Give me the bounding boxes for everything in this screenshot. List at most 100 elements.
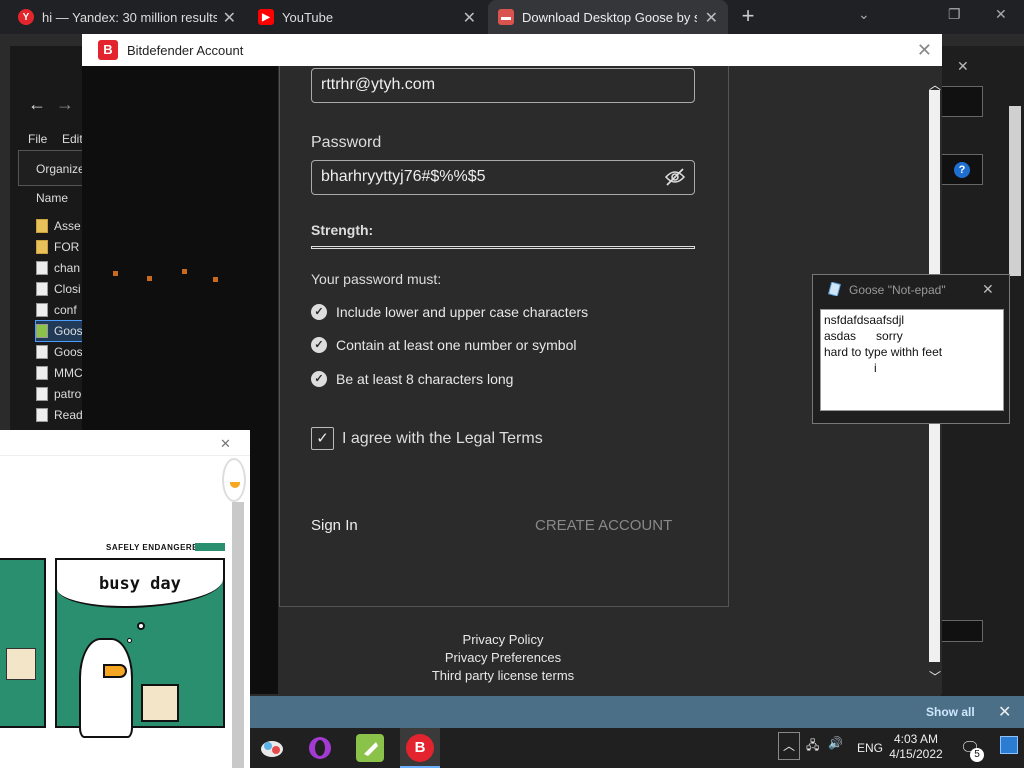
- browser-tab-bar: Y hi — Yandex: 30 million results fo ✕ ▶…: [0, 0, 1024, 34]
- download-bar: Show all ✕: [250, 696, 1024, 728]
- requirements-title: Your password must:: [311, 271, 442, 287]
- scrollbar-thumb[interactable]: [1009, 106, 1021, 276]
- strength-meter: [311, 246, 695, 249]
- clock[interactable]: 4:03 AM 4/15/2022: [888, 732, 944, 762]
- list-item[interactable]: Asse: [36, 216, 81, 236]
- list-item[interactable]: Goos: [35, 320, 84, 342]
- brand-tag: [195, 543, 225, 551]
- close-icon[interactable]: ✕: [957, 58, 969, 75]
- chevron-up-icon[interactable]: ︿: [783, 737, 795, 754]
- file-name: Goos: [54, 324, 83, 338]
- goose-app-icon: [36, 324, 48, 338]
- goose-beak-icon: [230, 482, 240, 488]
- close-icon[interactable]: ✕: [705, 8, 718, 28]
- requirement-text: Include lower and upper case characters: [336, 304, 589, 320]
- list-item[interactable]: chan: [36, 258, 80, 278]
- password-field[interactable]: bharhryyttyj76#$%%$5: [311, 160, 695, 195]
- goose-sprite[interactable]: [222, 458, 246, 502]
- back-arrow-icon[interactable]: ←: [28, 94, 46, 115]
- list-item[interactable]: FOR: [36, 237, 79, 257]
- list-item[interactable]: Closi: [36, 279, 81, 299]
- comic-title-bar: [0, 430, 250, 456]
- organize-button[interactable]: Organize: [18, 150, 90, 186]
- file-icon: [36, 303, 48, 317]
- agree-label[interactable]: I agree with the Legal Terms: [342, 430, 543, 448]
- eye-slash-icon[interactable]: [664, 167, 686, 192]
- goose-app-icon[interactable]: [258, 734, 286, 762]
- show-desktop-icon[interactable]: [1000, 736, 1018, 754]
- close-icon[interactable]: ✕: [982, 281, 994, 298]
- footer-links: Privacy Policy Privacy Preferences Third…: [278, 632, 728, 686]
- file-name: Read: [54, 408, 83, 422]
- agree-checkbox[interactable]: ✓: [311, 427, 334, 450]
- forward-arrow-icon[interactable]: →: [56, 94, 74, 115]
- opera-icon[interactable]: [306, 734, 334, 762]
- list-item[interactable]: Read: [36, 405, 83, 425]
- close-icon[interactable]: ✕: [223, 8, 236, 28]
- scroll-down-icon[interactable]: ﹀: [929, 668, 941, 685]
- goose-beak-icon: [103, 664, 127, 678]
- help-icon[interactable]: ?: [954, 162, 970, 178]
- scroll-paper-icon: [141, 684, 179, 722]
- scrollbar[interactable]: [232, 502, 244, 768]
- sign-in-link[interactable]: Sign In: [311, 517, 358, 534]
- goose-footprint: [182, 269, 187, 274]
- close-icon[interactable]: ✕: [917, 40, 932, 61]
- window-close-icon[interactable]: ✕: [995, 6, 1007, 23]
- privacy-policy-link[interactable]: Privacy Policy: [278, 632, 728, 650]
- close-icon[interactable]: ✕: [463, 8, 476, 28]
- volume-icon[interactable]: 🔊: [828, 736, 843, 750]
- chevron-down-icon[interactable]: ⌄: [858, 6, 870, 23]
- tab-yandex[interactable]: Y hi — Yandex: 30 million results fo ✕: [8, 0, 246, 34]
- check-circle-icon: ✓: [311, 337, 327, 353]
- address-field[interactable]: [941, 86, 983, 117]
- yandex-icon: Y: [18, 9, 34, 25]
- notepad-textarea[interactable]: nsfdafdsaafsdjl asdas sorry hard to type…: [820, 309, 1004, 411]
- close-icon[interactable]: ✕: [220, 436, 231, 452]
- language-indicator[interactable]: ENG: [857, 741, 883, 755]
- clock-date: 4/15/2022: [889, 747, 943, 761]
- password-value: bharhryyttyj76#$%%$5: [321, 168, 486, 185]
- window-title: Bitdefender Account: [127, 42, 244, 58]
- goose-icon: ▬: [498, 9, 514, 25]
- close-icon[interactable]: ✕: [998, 702, 1011, 722]
- list-item[interactable]: MMC: [36, 363, 83, 383]
- goose-footprint: [147, 276, 152, 281]
- goose-body: [79, 638, 133, 738]
- comic-brand: SAFELY ENDANGERED: [106, 543, 205, 552]
- menu-file[interactable]: File: [28, 132, 47, 146]
- comic-window: ✕ SAFELY ENDANGERED busy day: [0, 430, 250, 768]
- tab-goose-download[interactable]: ▬ Download Desktop Goose by sa ✕: [488, 0, 728, 34]
- tab-youtube[interactable]: ▶ YouTube ✕: [248, 0, 486, 34]
- privacy-preferences-link[interactable]: Privacy Preferences: [278, 650, 728, 668]
- goose-download-icon[interactable]: [356, 734, 384, 762]
- email-field[interactable]: rttrhr@ytyh.com: [311, 68, 695, 103]
- file-icon: [36, 282, 48, 296]
- third-party-license-link[interactable]: Third party license terms: [278, 668, 728, 686]
- network-icon[interactable]: 🖧: [806, 736, 819, 757]
- requirement-item: ✓ Include lower and upper case characters: [311, 304, 588, 320]
- bitdefender-logo-icon: B: [406, 734, 434, 762]
- create-account-button[interactable]: CREATE ACCOUNT: [535, 517, 672, 534]
- show-all-link[interactable]: Show all: [926, 705, 975, 719]
- bitdefender-taskbar-button[interactable]: B: [400, 728, 440, 768]
- file-name: Asse: [54, 219, 81, 233]
- column-header-name[interactable]: Name: [36, 191, 68, 205]
- file-name: chan: [54, 261, 81, 275]
- help-field[interactable]: ?: [941, 154, 983, 185]
- clock-time: 4:03 AM: [893, 732, 939, 746]
- requirement-item: ✓ Be at least 8 characters long: [311, 371, 513, 387]
- tray-overflow[interactable]: ︿: [778, 732, 800, 760]
- restore-icon[interactable]: ❐: [948, 6, 961, 23]
- scroll-paper-icon: [6, 648, 36, 680]
- comic-panel-right: busy day: [55, 558, 225, 738]
- list-item[interactable]: conf: [36, 300, 77, 320]
- bitdefender-logo-icon: B: [98, 40, 118, 60]
- menu-edit[interactable]: Edit: [62, 132, 82, 146]
- comic-caption: busy day: [99, 574, 181, 594]
- file-icon: [36, 261, 48, 275]
- list-item[interactable]: Goos: [36, 342, 83, 362]
- requirement-text: Contain at least one number or symbol: [336, 337, 577, 353]
- new-tab-icon[interactable]: +: [736, 4, 760, 28]
- list-item[interactable]: patro: [36, 384, 81, 404]
